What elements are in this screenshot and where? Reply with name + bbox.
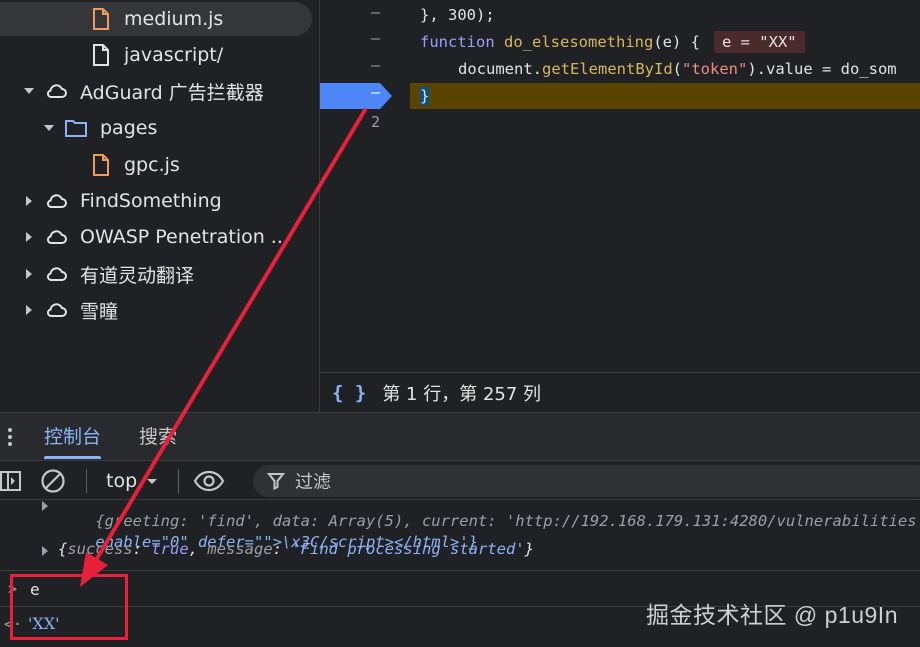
collapsed-triangle-icon[interactable]: [22, 227, 36, 247]
tree-item-xuetong[interactable]: 雪瞳: [0, 293, 118, 327]
filter-funnel-icon: [267, 473, 285, 490]
tab-search[interactable]: 搜索: [139, 413, 177, 461]
tree-item-gpc-js[interactable]: gpc.js: [0, 148, 180, 182]
filter-input[interactable]: 过滤: [253, 465, 920, 497]
inline-value-badge: e = "XX": [713, 31, 805, 53]
tree-item-label: 有道灵动翻译: [80, 264, 195, 287]
line-number[interactable]: –: [371, 56, 380, 74]
console-toolbar: top 过滤: [0, 460, 920, 500]
boolean-value: true: [151, 540, 189, 558]
js-file-icon: [88, 7, 112, 31]
cloud-icon: [44, 298, 68, 322]
tree-item-medium-js[interactable]: medium.js: [0, 2, 312, 36]
console-output[interactable]: {greeting: 'find', data: Array(5), curre…: [0, 500, 920, 647]
cloud-icon: [44, 189, 68, 213]
editor-status-bar: { } 第 1 行，第 257 列: [320, 372, 920, 412]
cloud-icon: [44, 225, 68, 249]
tree-item-label: FindSomething: [80, 190, 222, 212]
context-label: top: [106, 470, 138, 492]
tree-item-label: OWASP Penetration ...: [80, 226, 289, 248]
punct: :: [272, 540, 292, 558]
punct: }: [524, 540, 534, 558]
collapsed-triangle-icon[interactable]: [22, 264, 36, 284]
tree-item-youdao[interactable]: 有道灵动翻译: [0, 257, 194, 291]
code-text: document.: [458, 60, 542, 78]
tree-item-findsomething[interactable]: FindSomething: [0, 184, 222, 218]
tree-item-pages[interactable]: pages: [0, 111, 157, 145]
watermark: 掘金技术社区 @ p1u9In: [646, 602, 898, 628]
property-key: success: [67, 540, 133, 558]
toolbar-separator: [178, 469, 179, 493]
cursor-position: 第 1 行，第 257 列: [382, 383, 542, 405]
clear-console-icon[interactable]: [40, 467, 66, 495]
context-selector[interactable]: top: [106, 467, 159, 495]
tree-item-label: medium.js: [124, 8, 224, 30]
pretty-print-icon[interactable]: { }: [332, 382, 366, 404]
expanded-triangle-icon[interactable]: [42, 118, 56, 138]
tree-item-javascript[interactable]: javascript/: [0, 38, 223, 72]
folder-icon: [64, 116, 88, 140]
code-text: }: [420, 87, 430, 105]
more-options-icon[interactable]: [0, 423, 20, 451]
file-icon: [88, 43, 112, 67]
keyword: function: [420, 33, 495, 51]
punct: {: [58, 540, 68, 558]
function-name: do_elsesomething: [504, 33, 654, 51]
tree-item-owasp[interactable]: OWASP Penetration ...: [0, 220, 305, 254]
line-number[interactable]: –: [371, 83, 380, 101]
function-name: getElementById: [542, 60, 673, 78]
code-text: }, 300);: [420, 6, 495, 24]
breakpoint-marker[interactable]: [320, 83, 392, 109]
collapsed-triangle-icon[interactable]: [22, 300, 36, 320]
property-key: message: [207, 540, 273, 558]
tree-item-adguard[interactable]: AdGuard 广告拦截器: [0, 74, 264, 108]
string-literal: "token": [682, 60, 748, 78]
line-number[interactable]: –: [371, 3, 380, 21]
code-text: ).value = do_som: [747, 60, 897, 78]
toolbar-separator: [86, 469, 87, 493]
tree-item-label: pages: [100, 117, 158, 139]
tree-item-label: AdGuard 广告拦截器: [80, 81, 264, 104]
tree-item-label: javascript/: [124, 44, 224, 66]
live-expression-eye-icon[interactable]: [193, 467, 225, 495]
string-value: 'Find processing started': [291, 540, 525, 558]
tree-item-label: 雪瞳: [80, 300, 119, 323]
punct: :: [132, 540, 152, 558]
line-number[interactable]: –: [371, 29, 380, 47]
code-line: document.getElementById("token").value =…: [458, 56, 897, 82]
paused-line: }: [410, 83, 920, 109]
annotation-highlight-box: [10, 574, 128, 640]
drawer-tab-bar: 控制台 搜索: [0, 412, 920, 460]
file-tree: medium.js javascript/ AdGuard 广告拦截器 page…: [0, 0, 320, 412]
code-text: (: [672, 60, 682, 78]
chevron-down-icon: [147, 479, 158, 484]
code-line: function do_elsesomething(e) { e = "XX": [420, 29, 805, 55]
toggle-sidebar-icon[interactable]: [0, 467, 22, 495]
expanded-triangle-icon[interactable]: [22, 81, 36, 101]
collapsed-triangle-icon[interactable]: [22, 191, 36, 211]
tab-console[interactable]: 控制台: [44, 413, 102, 461]
expand-triangle-icon[interactable]: [40, 546, 50, 556]
cloud-icon: [44, 79, 68, 103]
filter-placeholder: 过滤: [295, 472, 331, 493]
js-file-icon: [88, 153, 112, 177]
expand-triangle-icon[interactable]: [40, 501, 50, 511]
cloud-icon: [44, 262, 68, 286]
tree-item-label: gpc.js: [124, 154, 180, 176]
line-gutter[interactable]: – – – – 2: [320, 0, 408, 372]
code-line: }, 300);: [420, 2, 495, 28]
code-text: (e) {: [653, 33, 700, 51]
punct: ,: [188, 540, 208, 558]
code-editor[interactable]: – – – – 2 }, 300); function do_elsesomet…: [320, 0, 920, 372]
console-message[interactable]: {success: true, message: 'Find processin…: [58, 540, 920, 558]
line-number[interactable]: 2: [371, 113, 380, 131]
row-divider: [0, 570, 920, 571]
